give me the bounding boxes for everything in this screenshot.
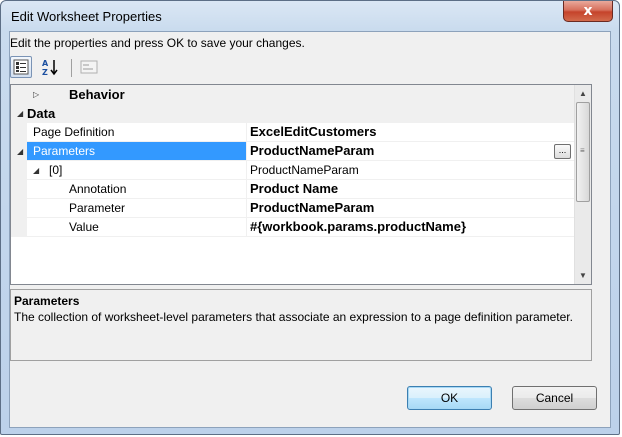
close-button[interactable]: x	[563, 1, 613, 22]
column-divider	[246, 218, 247, 237]
scroll-down-icon[interactable]: ▼	[575, 267, 591, 284]
property-row-parameter[interactable]: Parameter ProductNameParam	[11, 199, 575, 218]
cancel-button[interactable]: Cancel	[512, 386, 597, 410]
property-value[interactable]: Product Name	[250, 181, 338, 196]
collapse-arrow-icon[interactable]: ◢	[17, 147, 23, 156]
window-title: Edit Worksheet Properties	[11, 9, 162, 24]
property-pages-button[interactable]	[78, 56, 100, 78]
column-divider	[246, 180, 247, 199]
alphabetical-button[interactable]: A Z	[40, 56, 62, 78]
description-panel: Parameters The collection of worksheet-l…	[10, 289, 592, 361]
row-gutter	[11, 161, 27, 180]
categorized-button[interactable]	[10, 56, 32, 78]
toolbar-separator	[71, 59, 72, 77]
column-divider	[246, 142, 247, 161]
close-icon: x	[583, 3, 593, 19]
row-separator	[27, 236, 575, 237]
vertical-scrollbar[interactable]: ▲ ≡ ▼	[574, 85, 591, 284]
svg-text:Z: Z	[42, 68, 48, 77]
property-name: Page Definition	[33, 125, 115, 139]
instructions-text: Edit the properties and press OK to save…	[10, 36, 305, 50]
category-data[interactable]: ◢ Data	[11, 104, 575, 123]
property-value[interactable]: #{workbook.params.productName}	[250, 219, 466, 234]
property-value[interactable]: ProductNameParam	[250, 163, 359, 177]
row-gutter	[11, 218, 27, 237]
collapse-arrow-icon[interactable]: ◢	[17, 109, 23, 118]
property-name: Parameter	[69, 201, 126, 215]
property-value[interactable]: ProductNameParam	[250, 200, 374, 215]
property-row-page-definition[interactable]: Page Definition ExcelEditCustomers	[11, 123, 575, 142]
property-row-annotation[interactable]: Annotation Product Name	[11, 180, 575, 199]
svg-text:A: A	[42, 59, 49, 68]
property-row-value[interactable]: Value #{workbook.params.productName}	[11, 218, 575, 237]
row-gutter	[11, 199, 27, 218]
expand-arrow-icon[interactable]: ▷	[33, 90, 39, 99]
property-pages-icon	[80, 60, 98, 74]
property-name: Annotation	[69, 182, 127, 196]
categorized-view-icon	[13, 59, 29, 75]
collapse-arrow-icon[interactable]: ◢	[33, 166, 39, 175]
property-toolbar: A Z	[10, 56, 130, 80]
category-label: Data	[27, 106, 56, 121]
property-value[interactable]: ExcelEditCustomers	[250, 124, 376, 139]
property-grid[interactable]: ▷ Behavior ◢ Data Page Definition ExcelE…	[10, 84, 592, 285]
row-gutter	[11, 180, 27, 199]
property-name: [0]	[49, 163, 63, 177]
ellipsis-button[interactable]: ...	[554, 144, 571, 159]
grip-icon: ≡	[580, 146, 585, 155]
description-title: Parameters	[14, 294, 80, 308]
property-value[interactable]: ProductNameParam	[250, 143, 374, 158]
property-row-index-0[interactable]: ◢ [0] ProductNameParam	[11, 161, 575, 180]
scroll-up-icon[interactable]: ▲	[575, 85, 591, 102]
category-behavior[interactable]: ▷ Behavior	[11, 85, 575, 104]
property-row-parameters[interactable]: ◢ Parameters ProductNameParam ...	[11, 142, 575, 161]
ok-button[interactable]: OK	[407, 386, 492, 410]
title-bar[interactable]: Edit Worksheet Properties x	[1, 1, 619, 31]
property-name: Parameters	[33, 144, 96, 158]
column-divider	[246, 123, 247, 142]
column-divider	[246, 161, 247, 180]
column-divider	[246, 199, 247, 218]
description-text: The collection of worksheet-level parame…	[14, 310, 573, 324]
row-gutter	[11, 123, 27, 142]
alphabetical-sort-icon: A Z	[42, 59, 58, 77]
scroll-thumb[interactable]: ≡	[576, 102, 590, 202]
category-label: Behavior	[69, 87, 125, 102]
property-name: Value	[69, 220, 99, 234]
